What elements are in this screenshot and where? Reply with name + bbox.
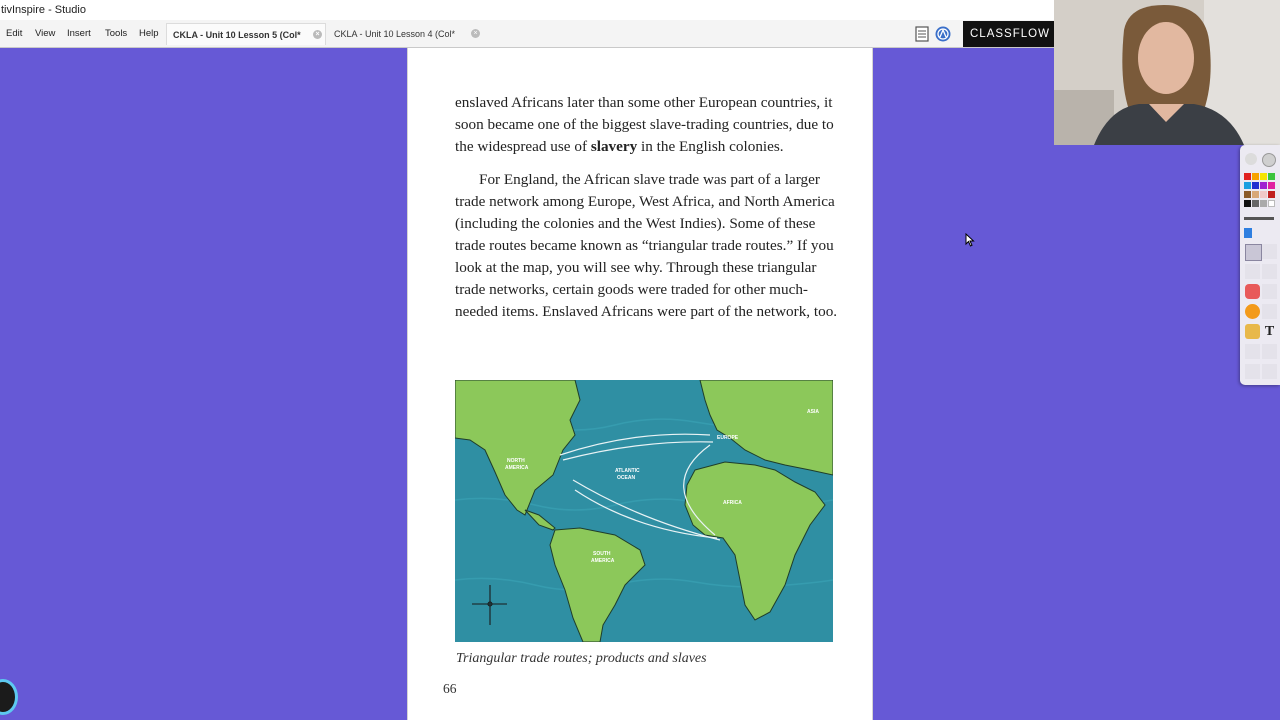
highlighter-icon[interactable]	[1262, 264, 1277, 279]
tool-palette: T	[1240, 145, 1280, 385]
paragraph-2: For England, the African slave trade was…	[455, 171, 838, 320]
close-icon[interactable]: ×	[471, 29, 480, 38]
fill-icon[interactable]	[1262, 284, 1277, 299]
drag-hand-icon[interactable]	[1262, 244, 1277, 259]
color-green[interactable]	[1268, 173, 1275, 180]
color-brown[interactable]	[1244, 191, 1251, 198]
pen-width-icon[interactable]	[1244, 217, 1274, 220]
menu-tools[interactable]: Tools	[105, 20, 127, 48]
label-south-america-2: AMERICA	[591, 558, 615, 564]
menu-view[interactable]: View	[35, 20, 55, 48]
window-title: tivInspire - Studio	[1, 4, 86, 16]
label-asia: ASIA	[807, 409, 819, 415]
color-yellow[interactable]	[1260, 173, 1267, 180]
color-gray[interactable]	[1252, 200, 1259, 207]
menu-bar: Edit View Insert Tools Help CKLA - Unit …	[0, 20, 1054, 48]
tab-unit10-lesson5[interactable]: CKLA - Unit 10 Lesson 5 (Col* ×	[166, 23, 326, 45]
pen-icon[interactable]	[1245, 264, 1260, 279]
color-red[interactable]	[1244, 173, 1251, 180]
paragraph-1: enslaved Africans later than some other …	[455, 94, 834, 155]
triangular-trade-map: NORTH AMERICA ATLANTIC OCEAN EUROPE AFRI…	[455, 380, 833, 642]
color-purple[interactable]	[1260, 182, 1267, 189]
color-magenta[interactable]	[1268, 182, 1275, 189]
color-tan[interactable]	[1252, 191, 1259, 198]
menu-help[interactable]: Help	[139, 20, 159, 48]
color-black[interactable]	[1244, 200, 1251, 207]
page-number: 66	[443, 681, 457, 696]
bold-term: slavery	[590, 138, 638, 155]
magic-ink-icon[interactable]	[1245, 344, 1260, 359]
window-title-bar: tivInspire - Studio	[0, 0, 1054, 20]
map-caption: Triangular trade routes; products and sl…	[456, 651, 707, 666]
close-icon[interactable]: ×	[313, 30, 322, 39]
presenter-video	[1054, 0, 1280, 145]
label-atlantic-1: ATLANTIC	[615, 468, 640, 474]
color-cyan[interactable]	[1244, 182, 1251, 189]
label-europe: EUROPE	[717, 435, 739, 441]
color-pink[interactable]	[1260, 191, 1267, 198]
label-north-america-2: AMERICA	[505, 465, 529, 471]
classflow-label: CLASSFLOW	[970, 28, 1050, 40]
classflow-button[interactable]: CLASSFLOW	[963, 21, 1054, 47]
tab-unit10-lesson4[interactable]: CKLA - Unit 10 Lesson 4 (Col* ×	[328, 23, 494, 45]
globe-icon[interactable]	[1262, 153, 1276, 167]
label-atlantic-2: OCEAN	[617, 475, 635, 481]
page-browser-icon[interactable]	[914, 26, 930, 42]
app-launcher-icon[interactable]	[0, 679, 18, 715]
color-lightgray[interactable]	[1260, 200, 1267, 207]
color-white[interactable]	[1268, 200, 1275, 207]
menu-insert[interactable]: Insert	[67, 20, 91, 48]
tab-label: CKLA - Unit 10 Lesson 5 (Col*	[173, 30, 301, 40]
activinspire-profile-icon[interactable]	[935, 26, 951, 42]
redo-tool-icon[interactable]	[1262, 364, 1277, 379]
connector-icon[interactable]	[1262, 304, 1277, 319]
tab-label: CKLA - Unit 10 Lesson 4 (Col*	[334, 29, 456, 39]
color-blue[interactable]	[1252, 182, 1259, 189]
webcam-overlay	[1054, 0, 1280, 145]
select-cursor-icon[interactable]	[1245, 244, 1262, 261]
menu-edit[interactable]: Edit	[6, 20, 22, 48]
color-slider-icon[interactable]	[1244, 228, 1252, 238]
color-orange[interactable]	[1252, 173, 1259, 180]
label-africa: AFRICA	[723, 500, 742, 506]
shape-icon[interactable]	[1245, 304, 1260, 319]
color-darkred[interactable]	[1268, 191, 1275, 198]
label-north-america-1: NORTH	[507, 458, 525, 464]
mouse-cursor-icon	[965, 233, 975, 247]
label-south-america-1: SOUTH	[593, 551, 611, 557]
eraser-icon[interactable]	[1245, 284, 1260, 299]
reset-page-icon[interactable]	[1262, 344, 1277, 359]
resource-library-icon[interactable]	[1245, 324, 1260, 339]
text-tool-icon[interactable]: T	[1262, 324, 1277, 339]
book-text: enslaved Africans later than some other …	[455, 92, 841, 334]
undo-icon[interactable]	[1245, 153, 1257, 165]
undo-tool-icon[interactable]	[1245, 364, 1260, 379]
